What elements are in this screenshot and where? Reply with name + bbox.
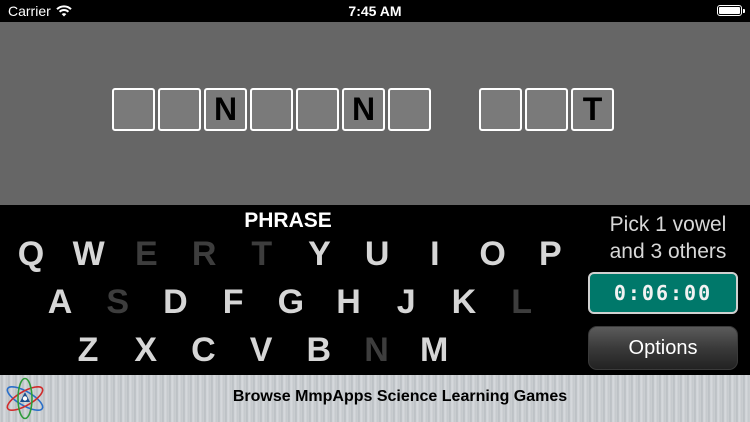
key-r: R bbox=[191, 235, 217, 273]
category-label: PHRASE bbox=[244, 209, 332, 232]
promo-banner[interactable]: Browse MmpApps Science Learning Games bbox=[0, 375, 750, 422]
key-v[interactable]: V bbox=[238, 329, 284, 371]
banner-text: Browse MmpApps Science Learning Games bbox=[232, 388, 568, 405]
key-z[interactable]: Z bbox=[65, 329, 111, 371]
status-time: 7:45 AM bbox=[348, 3, 402, 19]
letter-tile bbox=[388, 88, 431, 131]
letter-tile: N bbox=[342, 88, 385, 131]
letter-tile: N bbox=[204, 88, 247, 131]
key-o[interactable]: O bbox=[470, 233, 516, 275]
key-k[interactable]: K bbox=[441, 281, 487, 323]
key-p[interactable]: P bbox=[527, 233, 573, 275]
instruction-line-2: and 3 others bbox=[609, 240, 727, 263]
key-l: L bbox=[511, 283, 532, 321]
key-d[interactable]: D bbox=[152, 281, 198, 323]
key-f[interactable]: F bbox=[210, 281, 256, 323]
key-x[interactable]: X bbox=[123, 329, 169, 371]
key-c[interactable]: C bbox=[180, 329, 226, 371]
word-gap bbox=[434, 88, 476, 131]
options-button[interactable]: Options bbox=[588, 326, 738, 370]
letter-tile bbox=[525, 88, 568, 131]
key-i[interactable]: I bbox=[412, 233, 458, 275]
key-e: E bbox=[135, 235, 158, 273]
key-b[interactable]: B bbox=[296, 329, 342, 371]
key-q[interactable]: Q bbox=[8, 233, 54, 275]
key-n: N bbox=[364, 331, 389, 369]
key-m[interactable]: M bbox=[411, 329, 457, 371]
letter-tile bbox=[296, 88, 339, 131]
key-u[interactable]: U bbox=[354, 233, 400, 275]
key-w[interactable]: W bbox=[66, 233, 112, 275]
key-y[interactable]: Y bbox=[297, 233, 343, 275]
letter-tile bbox=[112, 88, 155, 131]
key-j[interactable]: J bbox=[383, 281, 429, 323]
letter-tile bbox=[250, 88, 293, 131]
key-a[interactable]: A bbox=[37, 281, 83, 323]
key-s: S bbox=[106, 283, 130, 321]
instruction-line-1: Pick 1 vowel bbox=[609, 213, 727, 236]
letter-tile bbox=[479, 88, 522, 131]
key-g[interactable]: G bbox=[268, 281, 314, 323]
key-h[interactable]: H bbox=[326, 281, 372, 323]
letter-tile bbox=[158, 88, 201, 131]
battery-fill bbox=[719, 7, 740, 14]
status-bar: Carrier 7:45 AM bbox=[0, 0, 750, 22]
timer-display: 0:06:00 bbox=[588, 272, 738, 314]
battery-icon bbox=[717, 5, 745, 16]
puzzle-board: NNT bbox=[0, 22, 750, 205]
instruction-text: Pick 1 vowel and 3 others bbox=[586, 211, 750, 265]
tile-row: NNT bbox=[112, 88, 614, 131]
letter-tile: T bbox=[571, 88, 614, 131]
key-t: T bbox=[251, 235, 273, 273]
atom-logo-icon bbox=[6, 377, 44, 420]
